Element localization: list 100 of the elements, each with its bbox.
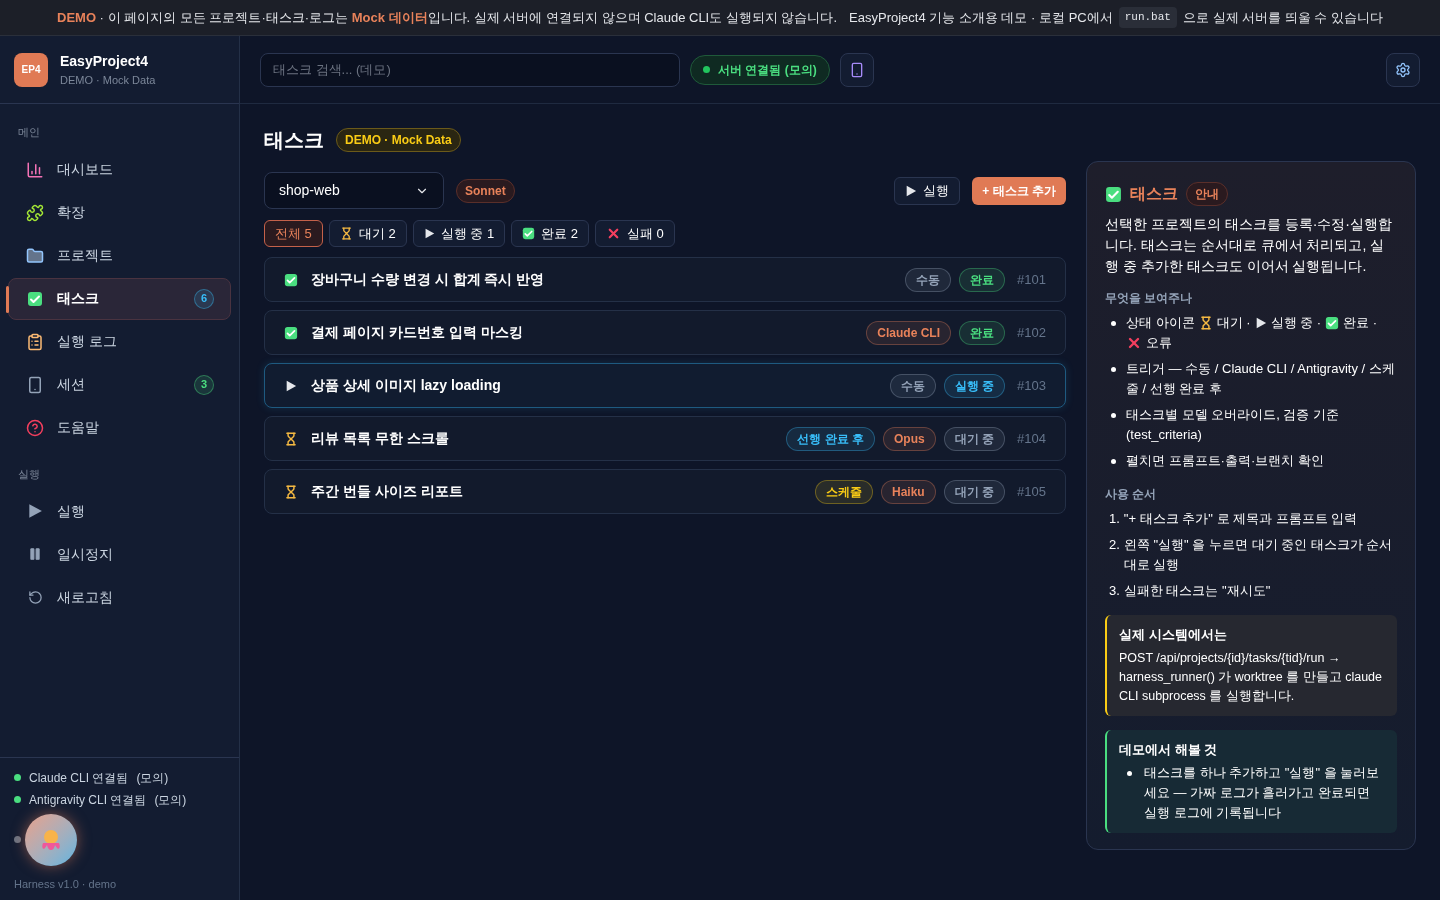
project-select[interactable]: shop-web: [264, 172, 444, 209]
tag: 완료: [959, 320, 1005, 345]
checkbox-icon: [522, 227, 536, 240]
task-id: #105: [1017, 482, 1047, 501]
help-text: 펼치면 프롬프트·출력·브랜치 확인: [1126, 452, 1324, 470]
step-number: 2.: [1109, 536, 1120, 554]
cli-status: Claude CLI 연결됨: [29, 769, 129, 787]
checkbox-icon: [284, 272, 298, 287]
help-icon: [26, 418, 44, 437]
tag: 선행 완료 후: [786, 426, 875, 451]
hourglass-icon: [339, 227, 353, 240]
help-text: 실행 중 ·: [1270, 314, 1322, 332]
help-text: 완료 ·: [1343, 314, 1378, 332]
help-text: 상태 아이콘: [1126, 314, 1195, 332]
search-field[interactable]: 태스크 검색... (데모): [260, 52, 680, 87]
play-icon: [27, 503, 43, 519]
nav-item[interactable]: 프로젝트: [8, 234, 231, 277]
cross-icon: [1126, 335, 1142, 351]
nav-item[interactable]: 일시정지: [8, 533, 231, 575]
nav-item[interactable]: 도움말: [8, 406, 231, 449]
run-button[interactable]: 실행: [894, 176, 961, 205]
checkbox-icon: [1105, 185, 1122, 203]
task-row[interactable]: 상품 상세 이미지 lazy loading 수동 실행 중 #103: [264, 363, 1066, 408]
help-badge: 안내: [1186, 182, 1228, 206]
active-indicator: [6, 285, 9, 313]
model-tag: Sonnet: [456, 178, 515, 203]
checkbox-icon: [1325, 316, 1340, 330]
task-id: #101: [1017, 270, 1047, 289]
checkbox-icon: [284, 325, 298, 340]
filter-chip[interactable]: 실패 0: [595, 220, 675, 247]
nav-item[interactable]: 세션 3: [8, 363, 231, 406]
tag: Haiku: [880, 479, 936, 504]
play-icon: [1254, 317, 1267, 329]
tag: 수동: [905, 267, 951, 292]
device-button[interactable]: [839, 52, 874, 87]
pause-icon: [28, 547, 42, 561]
cli-status-note: (모의): [136, 769, 169, 787]
app-subtitle: DEMO · Mock Data: [60, 72, 156, 88]
version-label: Harness v1.0 · demo: [14, 876, 118, 892]
hourglass-icon: [284, 431, 298, 446]
nav-item[interactable]: 태스크 6: [8, 277, 231, 320]
cross-icon: [606, 226, 621, 241]
filter-chip[interactable]: 대기 2: [328, 220, 407, 247]
step-number: 1.: [1109, 510, 1120, 528]
phone-icon: [26, 375, 44, 394]
cli-status-note: (모의): [154, 791, 187, 809]
tag: 완료: [959, 267, 1005, 292]
tag: Claude CLI: [866, 320, 951, 345]
task-row[interactable]: 주간 번들 사이즈 리포트 스케줄 Haiku 대기 중 #105: [264, 469, 1066, 514]
tag: 대기 중: [943, 479, 1005, 504]
section-label: 실행: [17, 466, 41, 482]
help-text: 오류: [1146, 334, 1172, 352]
help-section-title: 사용 순서: [1105, 486, 1158, 503]
task-row[interactable]: 장바구니 수량 변경 시 합계 즉시 반영 수동 완료 #101: [264, 257, 1066, 302]
count-badge: 3: [194, 374, 214, 395]
code-snippet: run.bat: [1118, 7, 1177, 28]
task-id: #103: [1017, 376, 1047, 395]
help-text: 트리거 — 수동 / Claude CLI / Antigravity / 스케줄 / 선행 완료 후: [1126, 360, 1396, 398]
help-text: 대기 ·: [1216, 314, 1251, 332]
step-text: "+ 태스크 추가" 로 제목과 프롬프트 입력: [1123, 510, 1358, 528]
tag: 실행 중: [943, 373, 1005, 398]
count-badge: 6: [194, 288, 214, 309]
hourglass-icon: [1198, 316, 1213, 330]
nav-item[interactable]: 실행 로그: [8, 320, 231, 363]
app-name: EasyProject4: [60, 51, 149, 71]
refresh-icon: [27, 589, 43, 605]
page-title: 태스크: [264, 128, 324, 153]
hourglass-icon: [284, 484, 298, 499]
settings-button[interactable]: [1386, 52, 1420, 87]
task-row[interactable]: 리뷰 목록 무한 스크롤 선행 완료 후 Opus 대기 중 #104: [264, 416, 1066, 461]
help-intro: 선택한 프로젝트의 태스크를 등록·수정·실행합니다. 태스크는 순서대로 큐에서 처리되고, 실행 중 추가한 태스크도 이어서 실행됩니다.: [1105, 215, 1393, 276]
nav-item[interactable]: 새로고침: [8, 576, 231, 618]
tag: 대기 중: [943, 426, 1005, 451]
nav-item[interactable]: 실행: [8, 490, 231, 532]
help-title: 태스크: [1130, 184, 1178, 204]
filter-chip[interactable]: 완료 2: [511, 220, 589, 247]
settings-icon: [1395, 61, 1411, 78]
help-section-title: 무엇을 보여주나: [1105, 290, 1194, 307]
play-icon: [423, 228, 435, 239]
task-title: 리뷰 목록 무한 스크롤: [311, 429, 450, 448]
assistant-button[interactable]: [25, 813, 77, 866]
task-title: 결제 페이지 카드번호 입력 마스킹: [311, 323, 524, 342]
nav-item[interactable]: 확장: [8, 191, 231, 234]
task-id: #102: [1017, 323, 1047, 342]
demo-badge: DEMO · Mock Data: [336, 128, 461, 152]
task-row[interactable]: 결제 페이지 카드번호 입력 마스킹 Claude CLI 완료 #102: [264, 310, 1066, 355]
tag: 수동: [889, 373, 936, 398]
help-text: 태스크별 모델 오버라이드, 검증 기준 (test_criteria): [1126, 406, 1341, 444]
nav-item[interactable]: 대시보드: [8, 148, 231, 191]
step-text: 왼쪽 "실행" 을 누르면 대기 중인 태스크가 순서대로 실행: [1123, 536, 1394, 574]
note-title: 데모에서 해볼 것: [1119, 740, 1219, 759]
folder-icon: [26, 246, 44, 265]
task-title: 상품 상세 이미지 lazy loading: [311, 376, 502, 395]
demo-info: 으로 실제 서버를 띄울 수 있습니다: [1182, 8, 1383, 27]
section-label: 메인: [17, 125, 41, 140]
logo: EP4: [14, 52, 48, 87]
filter-chip[interactable]: 실행 중 1: [412, 220, 506, 247]
tag: 스케줄: [814, 479, 873, 504]
filter-chip[interactable]: 전체 5: [264, 220, 323, 247]
demo-info: EasyProject4 기능 소개용 데모 · 로컬 PC에서: [849, 8, 1113, 27]
